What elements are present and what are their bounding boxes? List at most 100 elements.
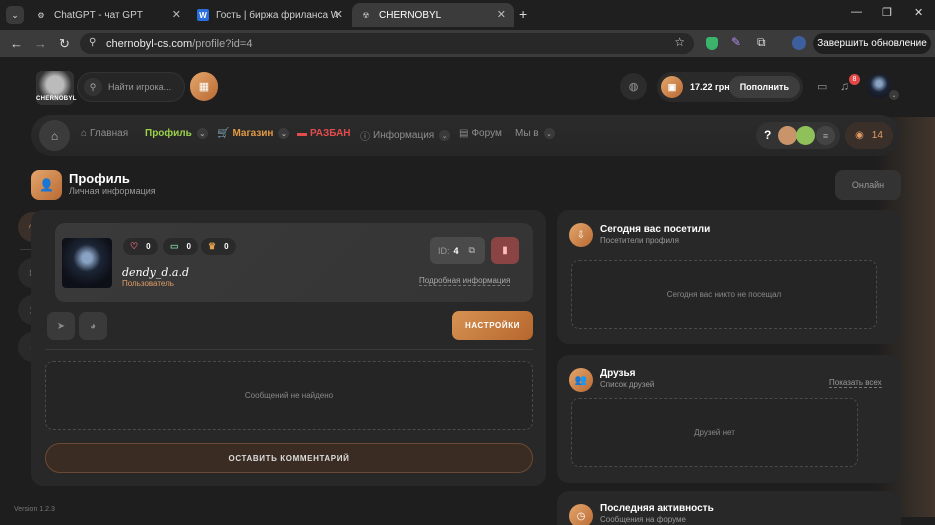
likes-stat[interactable]: ♡ 0 <box>123 238 158 255</box>
copy-icon[interactable]: ⧉ <box>469 245 475 256</box>
nav-label: РАЗБАН <box>310 128 351 139</box>
tab-list-dropdown-icon[interactable]: ⌄ <box>6 6 24 24</box>
search-placeholder: Найти игрока... <box>108 82 172 92</box>
chevron-down-icon: ⌄ <box>196 128 208 139</box>
online-count: 14 <box>871 130 883 141</box>
trophies-stat[interactable]: ♛ 0 <box>201 238 236 255</box>
nav-item-info[interactable]: ⓘ Информация ⌄ <box>360 128 451 143</box>
details-link[interactable]: Подробная информация <box>419 276 511 286</box>
username: dendy_d.a.d <box>122 266 190 279</box>
list-icon: ≡ <box>816 126 835 145</box>
wallet-icon: ▣ <box>661 76 683 98</box>
extensions-puzzle-icon[interactable]: ⧉ <box>757 35 766 50</box>
show-all-friends-link[interactable]: Показать всех <box>829 378 882 388</box>
search-player-input[interactable]: ⚲ Найти игрока... <box>77 72 185 102</box>
close-icon[interactable]: ✕ <box>334 8 343 21</box>
update-browser-button[interactable]: Завершить обновление <box>813 33 931 54</box>
site-info-icon[interactable]: ⚲ <box>89 37 96 48</box>
pen-extension-icon[interactable]: ✎ <box>731 35 741 49</box>
profile-user-icon: 👤 <box>31 170 62 200</box>
minimize-button[interactable]: — <box>851 6 862 18</box>
new-tab-button[interactable]: + <box>519 6 527 22</box>
chatgpt-icon: ⚙ <box>37 10 45 20</box>
comments-stat[interactable]: ▭ 0 <box>163 238 198 255</box>
topup-button[interactable]: Пополнить <box>728 76 800 98</box>
back-icon[interactable]: ← <box>10 36 23 51</box>
update-label: Завершить обновление <box>817 38 927 49</box>
visitors-title: Сегодня вас посетили <box>600 224 711 235</box>
leave-comment-button[interactable]: ОСТАВИТЬ КОММЕНТАРИЙ <box>45 443 533 473</box>
chernobyl-favicon-icon: ☢ <box>362 10 370 20</box>
globe-language-button[interactable]: ◍ <box>620 73 647 100</box>
online-count-badge[interactable]: ◉ 14 <box>845 122 893 149</box>
user-id-box[interactable]: ID: 4 ⧉ <box>430 237 485 264</box>
friends-icon: 👥 <box>569 368 593 392</box>
profile-icon[interactable] <box>792 36 806 50</box>
tab-chernobyl[interactable]: ☢ CHERNOBYL ✕ <box>352 3 514 27</box>
online-players-widget[interactable]: ? ≡ <box>756 122 840 149</box>
forum-icon: ▤ <box>459 128 469 139</box>
tab-title: CHERNOBYL <box>379 9 442 21</box>
steam-link-button[interactable]: ◕ <box>79 312 107 340</box>
steam-icon: ◕ <box>89 320 97 332</box>
browser-tab-bar: ⌄ ⚙ ChatGPT - чат GPT ✕ W Гость | биржа … <box>0 0 935 30</box>
nav-item-shop[interactable]: 🛒 Магазин ⌄ <box>217 128 290 139</box>
avatar-chevron-down-icon[interactable]: ⌄ <box>889 90 899 100</box>
trophy-icon: ♛ <box>208 241 217 251</box>
activity-subtitle: Сообщения на форуме <box>600 515 686 524</box>
home-icon: ⌂ <box>50 128 59 143</box>
nav-item-main[interactable]: ⌂ Главная <box>81 128 128 139</box>
friends-subtitle: Список друзей <box>600 380 655 389</box>
visitors-empty: Сегодня вас никто не посещал <box>571 260 877 329</box>
chevron-down-icon: ⌄ <box>278 128 290 139</box>
close-icon[interactable]: ✕ <box>172 8 181 21</box>
notification-badge: 8 <box>849 74 860 85</box>
nav-item-profile[interactable]: Профиль ⌄ <box>145 128 208 139</box>
trophies-count: 0 <box>224 242 229 251</box>
shield-extension-icon[interactable] <box>706 37 718 50</box>
tab-weblancer[interactable]: W Гость | биржа фриланса Webl... ✕ <box>189 3 351 27</box>
messages-icon[interactable]: ▭ <box>817 80 827 93</box>
id-label: ID: <box>438 245 450 256</box>
visitors-icon: ⇩ <box>569 223 593 247</box>
close-icon[interactable]: ✕ <box>497 8 506 21</box>
telegram-link-button[interactable]: ➤ <box>47 312 75 340</box>
grid-icon: ▦ <box>198 81 210 93</box>
nav-item-social[interactable]: Мы в ⌄ <box>515 128 555 139</box>
grid-menu-button[interactable]: ▦ <box>190 72 218 101</box>
profile-avatar <box>62 238 112 288</box>
nav-label: Информация <box>373 130 435 141</box>
version-label: Version 1.2.3 <box>14 506 55 513</box>
nav-item-forum[interactable]: ▤ Форум <box>459 128 502 139</box>
globe-icon: ◍ <box>628 81 639 93</box>
id-value: 4 <box>453 245 459 256</box>
chevron-down-icon: ⌄ <box>543 128 555 139</box>
weblancer-icon: W <box>197 9 209 21</box>
balance-amount: 17.22 грн <box>690 82 730 92</box>
tab-chatgpt[interactable]: ⚙ ChatGPT - чат GPT ✕ <box>27 3 189 27</box>
delete-button[interactable]: ▮ <box>491 237 519 264</box>
reload-icon[interactable]: ↻ <box>59 36 70 52</box>
info-icon: ⓘ <box>360 132 370 143</box>
url-path: /profile?id=4 <box>192 37 253 50</box>
close-window-button[interactable]: ✕ <box>914 6 923 19</box>
bell-icon[interactable]: ♫ <box>840 79 849 93</box>
page-subtitle: Личная информация <box>69 186 156 196</box>
comments-count: 0 <box>186 242 191 251</box>
bookmark-star-icon[interactable]: ☆ <box>674 35 685 49</box>
friends-title: Друзья <box>600 368 636 379</box>
forward-icon[interactable]: → <box>34 36 47 51</box>
home-button[interactable]: ⌂ <box>39 120 70 151</box>
settings-button[interactable]: НАСТРОЙКИ <box>452 311 533 340</box>
restore-button[interactable]: ❐ <box>882 6 892 19</box>
nav-item-unban[interactable]: ▬ РАЗБАН <box>297 128 351 139</box>
tab-title: ChatGPT - чат GPT <box>54 9 143 21</box>
user-role: Пользователь <box>122 279 174 288</box>
search-icon: ⚲ <box>84 78 102 96</box>
url-field[interactable]: ⚲ chernobyl-cs.com/profile?id=4 ☆ <box>80 33 694 54</box>
user-avatar[interactable] <box>867 74 891 98</box>
user-info-card: ♡ 0 ▭ 0 ♛ 0 dendy_d.a.d Пользователь ID: 4 … <box>55 223 533 302</box>
divider <box>45 349 533 350</box>
tab-title: Гость | биржа фриланса Webl... <box>216 9 338 21</box>
messages-empty: Сообщений не найдено <box>45 361 533 430</box>
